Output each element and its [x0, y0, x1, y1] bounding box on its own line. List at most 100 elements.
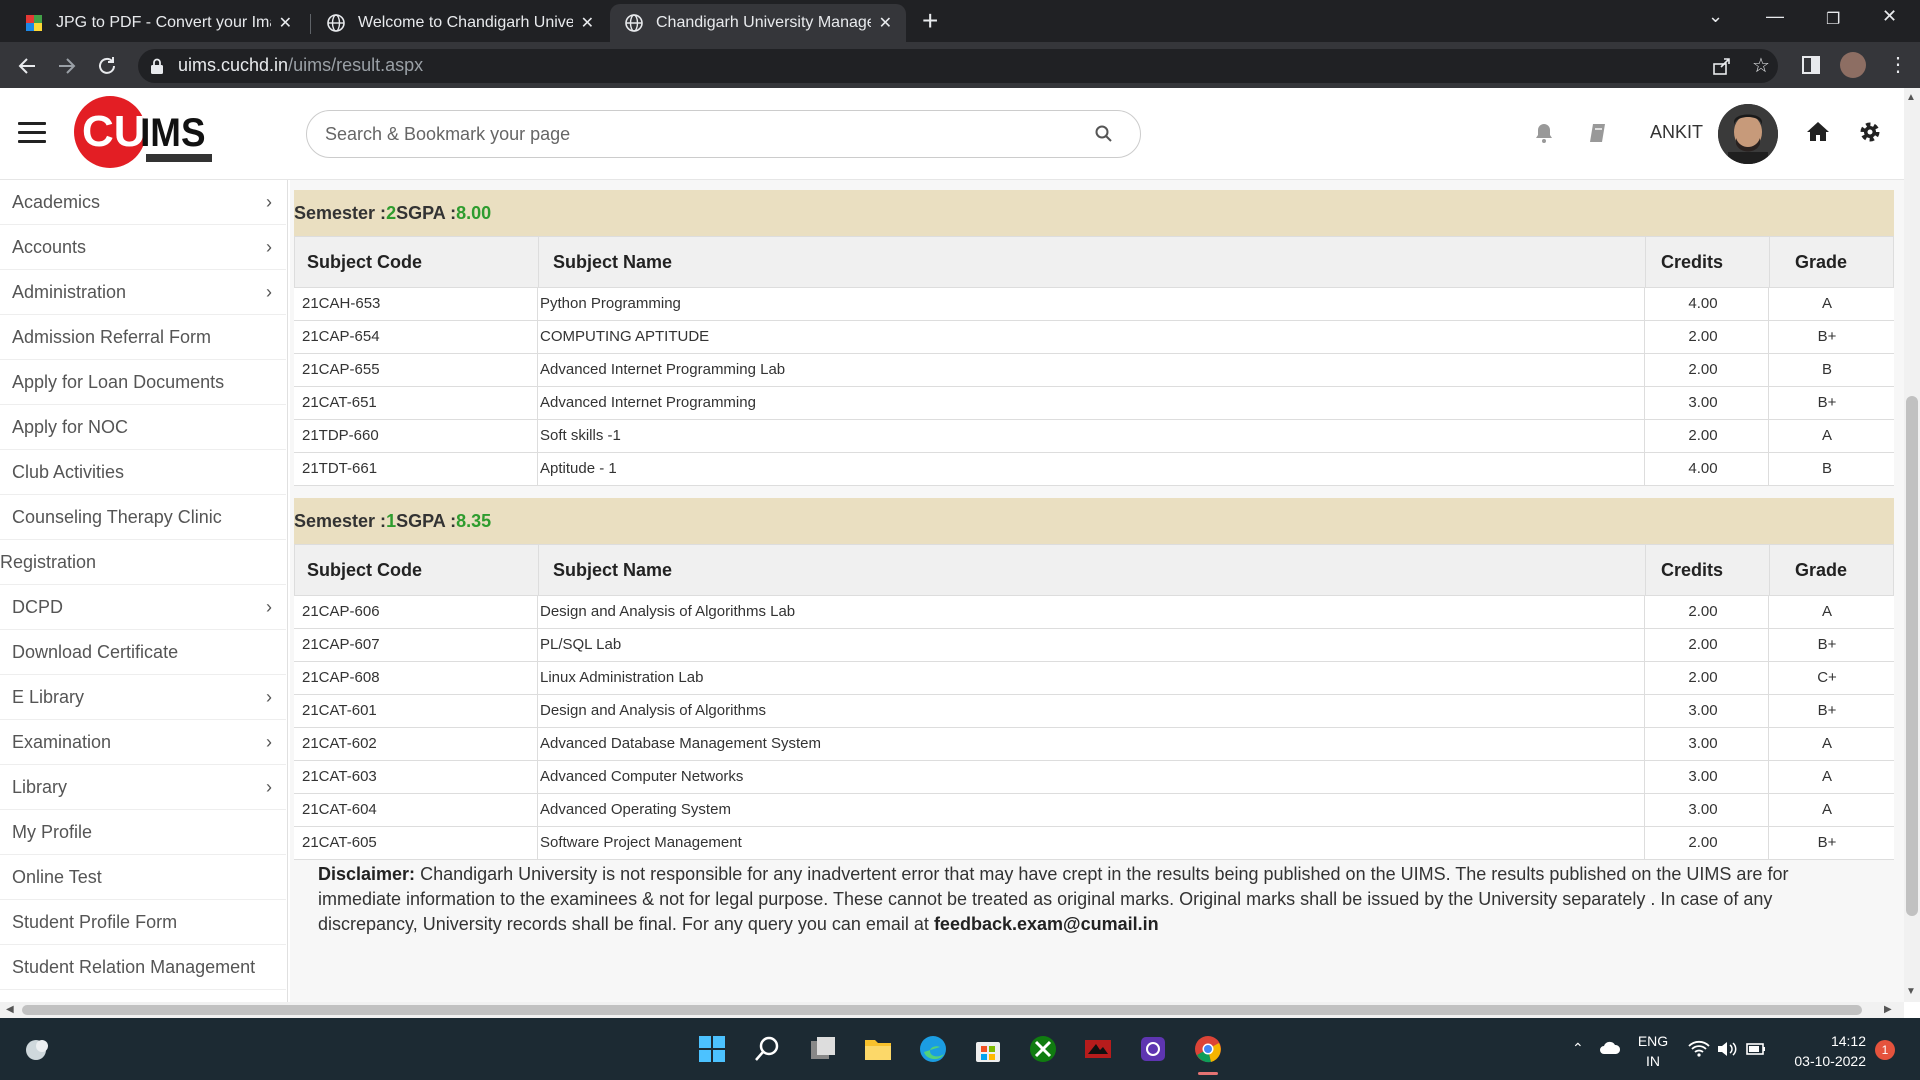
system-clock[interactable]: 14:12 03-10-2022	[1790, 1031, 1866, 1071]
sidebar-item-apply-for-noc[interactable]: Apply for NOC	[0, 405, 286, 450]
browser-tab-welcome[interactable]: Welcome to Chandigarh University ✕	[312, 4, 608, 42]
wifi-icon[interactable]	[1688, 1040, 1710, 1058]
language-indicator[interactable]: ENG IN	[1636, 1031, 1670, 1071]
user-avatar[interactable]	[1718, 104, 1778, 164]
sidebar-item-apply-for-loan-documents[interactable]: Apply for Loan Documents	[0, 360, 286, 405]
gear-icon[interactable]	[1858, 120, 1882, 144]
chevron-right-icon: ›	[266, 192, 272, 212]
xbox-icon[interactable]	[1028, 1034, 1058, 1064]
subject-name: Software Project Management	[540, 834, 742, 851]
grade: B+	[1817, 702, 1837, 719]
restore-icon[interactable]: ❐	[1826, 9, 1840, 29]
sidebar-item-registration[interactable]: Registration	[0, 540, 286, 585]
edge-icon[interactable]	[918, 1034, 948, 1064]
browser-tab-uims[interactable]: Chandigarh University Management ✕	[610, 4, 906, 42]
browser-menu-icon[interactable]: ⋮	[1888, 52, 1908, 77]
taskbar	[0, 1018, 1920, 1080]
side-panel-icon[interactable]	[1802, 56, 1820, 74]
notification-badge[interactable]: 1	[1875, 1040, 1895, 1060]
chrome-icon[interactable]	[1193, 1034, 1223, 1064]
search-icon[interactable]	[753, 1034, 783, 1064]
semester-number: 1	[386, 510, 397, 531]
column-divider	[1644, 662, 1645, 694]
search-input[interactable]	[325, 111, 1085, 157]
close-icon[interactable]: ✕	[581, 13, 594, 33]
browser-tab-jpg-to-pdf[interactable]: JPG to PDF - Convert your Images ✕	[10, 4, 306, 42]
user-name[interactable]: ANKIT	[1650, 122, 1703, 143]
subject-name: PL/SQL Lab	[540, 636, 622, 653]
forward-arrow-icon[interactable]	[56, 55, 78, 77]
share-icon[interactable]	[1712, 56, 1732, 76]
sidebar-item-examination[interactable]: Examination ›	[0, 720, 286, 765]
game-app-icon[interactable]	[1083, 1034, 1113, 1064]
sidebar-item-label: Registration	[0, 551, 97, 572]
sidebar-item-student-relation-management[interactable]: Student Relation Management	[0, 945, 286, 990]
windows-start-icon[interactable]	[697, 1034, 727, 1064]
sidebar-item-label: Accounts	[12, 236, 87, 257]
cuims-logo[interactable]: CU IMS	[72, 94, 216, 170]
column-divider	[1768, 354, 1769, 386]
disclaimer-email[interactable]: feedback.exam@cumail.in	[934, 914, 1159, 934]
book-icon[interactable]	[1588, 122, 1608, 144]
column-divider	[537, 387, 538, 419]
volume-icon[interactable]	[1716, 1040, 1738, 1058]
store-icon[interactable]	[973, 1034, 1003, 1064]
weather-icon[interactable]	[22, 1034, 52, 1064]
sidebar-item-student-profile-form[interactable]: Student Profile Form	[0, 900, 286, 945]
chevron-right-icon: ›	[266, 687, 272, 707]
scroll-left-arrow-icon[interactable]: ◀	[6, 1004, 14, 1015]
sidebar-item-administration[interactable]: Administration ›	[0, 270, 286, 315]
home-icon[interactable]	[1806, 120, 1830, 142]
column-divider	[537, 596, 538, 628]
battery-icon[interactable]	[1744, 1040, 1766, 1058]
disclaimer-label: Disclaimer:	[318, 864, 416, 884]
new-tab-button[interactable]: +	[922, 6, 938, 36]
url-text[interactable]: uims.cuchd.in/uims/result.aspx	[178, 55, 423, 76]
scroll-right-arrow-icon[interactable]: ▶	[1884, 1004, 1892, 1015]
sidebar-item-label: Admission Referral Form	[12, 326, 212, 347]
tab-title: Welcome to Chandigarh University	[358, 14, 573, 31]
semester-sgpa-label: SGPA :	[396, 510, 457, 531]
sidebar-item-my-profile[interactable]: My Profile	[0, 810, 286, 855]
sidebar-item-download-certificate[interactable]: Download Certificate	[0, 630, 286, 675]
lock-icon[interactable]	[150, 58, 164, 74]
window-close-icon[interactable]: ✕	[1882, 6, 1897, 27]
url-host: uims.cuchd.in	[178, 55, 289, 75]
hamburger-menu-icon[interactable]	[18, 122, 46, 144]
subject-code: 21CAT-603	[302, 768, 377, 785]
scroll-up-arrow-icon[interactable]: ▲	[1906, 92, 1916, 103]
vertical-scrollbar-thumb[interactable]	[1906, 396, 1918, 916]
close-icon[interactable]: ✕	[879, 13, 892, 33]
tab-search-chevron-icon[interactable]: ⌄	[1708, 6, 1723, 27]
search-icon[interactable]	[1094, 124, 1114, 144]
back-arrow-icon[interactable]	[16, 55, 38, 77]
task-view-icon[interactable]	[808, 1034, 838, 1064]
bookmark-star-icon[interactable]: ☆	[1752, 53, 1770, 78]
globe-icon	[625, 14, 643, 32]
sidebar-item-academics[interactable]: Academics ›	[0, 180, 286, 225]
reload-icon[interactable]	[96, 55, 118, 77]
sidebar-item-dcpd[interactable]: DCPD ›	[0, 585, 286, 630]
table-row: 21CAT-651 Advanced Internet Programming 3.…	[294, 387, 1894, 420]
minimize-icon[interactable]: —	[1766, 6, 1784, 27]
sidebar-item-accounts[interactable]: Accounts ›	[0, 225, 286, 270]
sidebar-item-counseling-therapy-clinic[interactable]: Counseling Therapy Clinic	[0, 495, 286, 540]
sidebar-item-admission-referral-form[interactable]: Admission Referral Form	[0, 315, 286, 360]
search-bar[interactable]	[306, 110, 1141, 158]
photo-app-icon[interactable]	[1138, 1034, 1168, 1064]
close-icon[interactable]: ✕	[279, 13, 292, 33]
onedrive-cloud-icon[interactable]	[1598, 1040, 1622, 1056]
sidebar-item-club-activities[interactable]: Club Activities	[0, 450, 286, 495]
grade: A	[1821, 735, 1832, 752]
sidebar-item-library[interactable]: Library ›	[0, 765, 286, 810]
sidebar-item-online-test[interactable]: Online Test	[0, 855, 286, 900]
sidebar-item-e-library[interactable]: E Library ›	[0, 675, 286, 720]
bell-icon[interactable]	[1534, 122, 1554, 144]
chevron-right-icon: ›	[266, 237, 272, 257]
file-explorer-icon[interactable]	[863, 1034, 893, 1064]
results-panel: Semester : 2 SGPA : 8.00 Subject Code Subj…	[290, 180, 1904, 1002]
scroll-down-arrow-icon[interactable]: ▼	[1906, 986, 1916, 997]
chevron-up-icon[interactable]: ⌃	[1572, 1040, 1584, 1057]
horizontal-scrollbar-thumb[interactable]	[22, 1005, 1862, 1015]
profile-avatar-icon[interactable]	[1840, 52, 1866, 78]
